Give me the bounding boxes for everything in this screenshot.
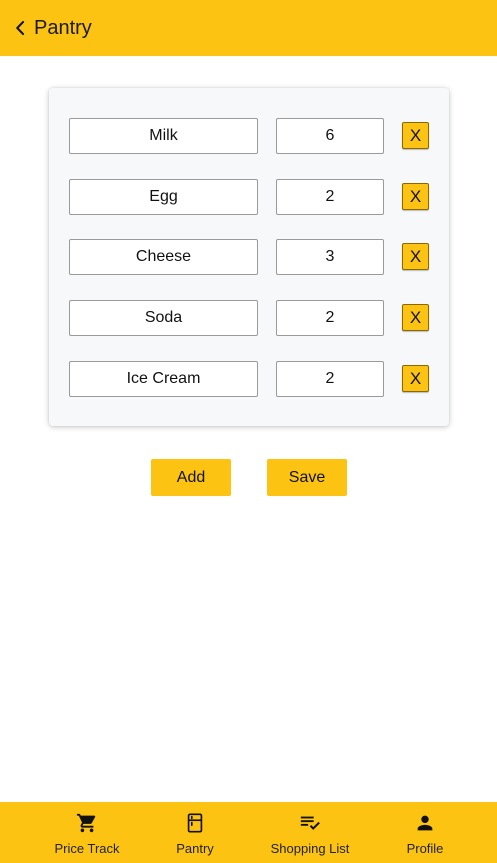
nav-label: Price Track: [54, 841, 120, 856]
item-quantity-input[interactable]: [276, 300, 384, 336]
person-icon: [417, 815, 433, 831]
pantry-row: X: [49, 300, 449, 336]
checklist-icon: [300, 816, 320, 830]
item-quantity-input[interactable]: [276, 118, 384, 154]
item-name-input[interactable]: [69, 300, 258, 336]
chevron-left-icon: [16, 20, 25, 36]
item-name-input[interactable]: [69, 239, 258, 275]
item-name-input[interactable]: [69, 179, 258, 215]
bottom-nav: Price Track Pantry Shopping List Profile: [0, 802, 497, 863]
item-quantity-input[interactable]: [276, 239, 384, 275]
nav-label: Pantry: [176, 841, 214, 856]
pantry-row: X: [49, 361, 449, 397]
nav-item-pantry[interactable]: Pantry: [155, 802, 235, 863]
nav-item-profile[interactable]: Profile: [385, 802, 465, 863]
cart-icon: [76, 813, 96, 833]
page-title: Pantry: [34, 16, 92, 39]
pantry-row: X: [49, 239, 449, 275]
nav-item-price-track[interactable]: Price Track: [37, 802, 137, 863]
pantry-row: X: [49, 179, 449, 215]
nav-label: Profile: [406, 841, 444, 856]
back-button[interactable]: [4, 12, 36, 44]
delete-item-button[interactable]: X: [402, 304, 429, 331]
app-bar: Pantry: [0, 0, 497, 56]
delete-item-button[interactable]: X: [402, 183, 429, 210]
pantry-row: X: [49, 118, 449, 154]
nav-item-shopping-list[interactable]: Shopping List: [250, 802, 370, 863]
nav-label: Shopping List: [270, 841, 350, 856]
item-quantity-input[interactable]: [276, 179, 384, 215]
pantry-card: X X X X X: [49, 88, 449, 426]
item-name-input[interactable]: [69, 118, 258, 154]
item-name-input[interactable]: [69, 361, 258, 397]
delete-item-button[interactable]: X: [402, 365, 429, 392]
delete-item-button[interactable]: X: [402, 122, 429, 149]
add-button[interactable]: Add: [151, 459, 231, 496]
item-quantity-input[interactable]: [276, 361, 384, 397]
fridge-icon: [187, 813, 203, 833]
delete-item-button[interactable]: X: [402, 243, 429, 270]
save-button[interactable]: Save: [267, 459, 347, 496]
